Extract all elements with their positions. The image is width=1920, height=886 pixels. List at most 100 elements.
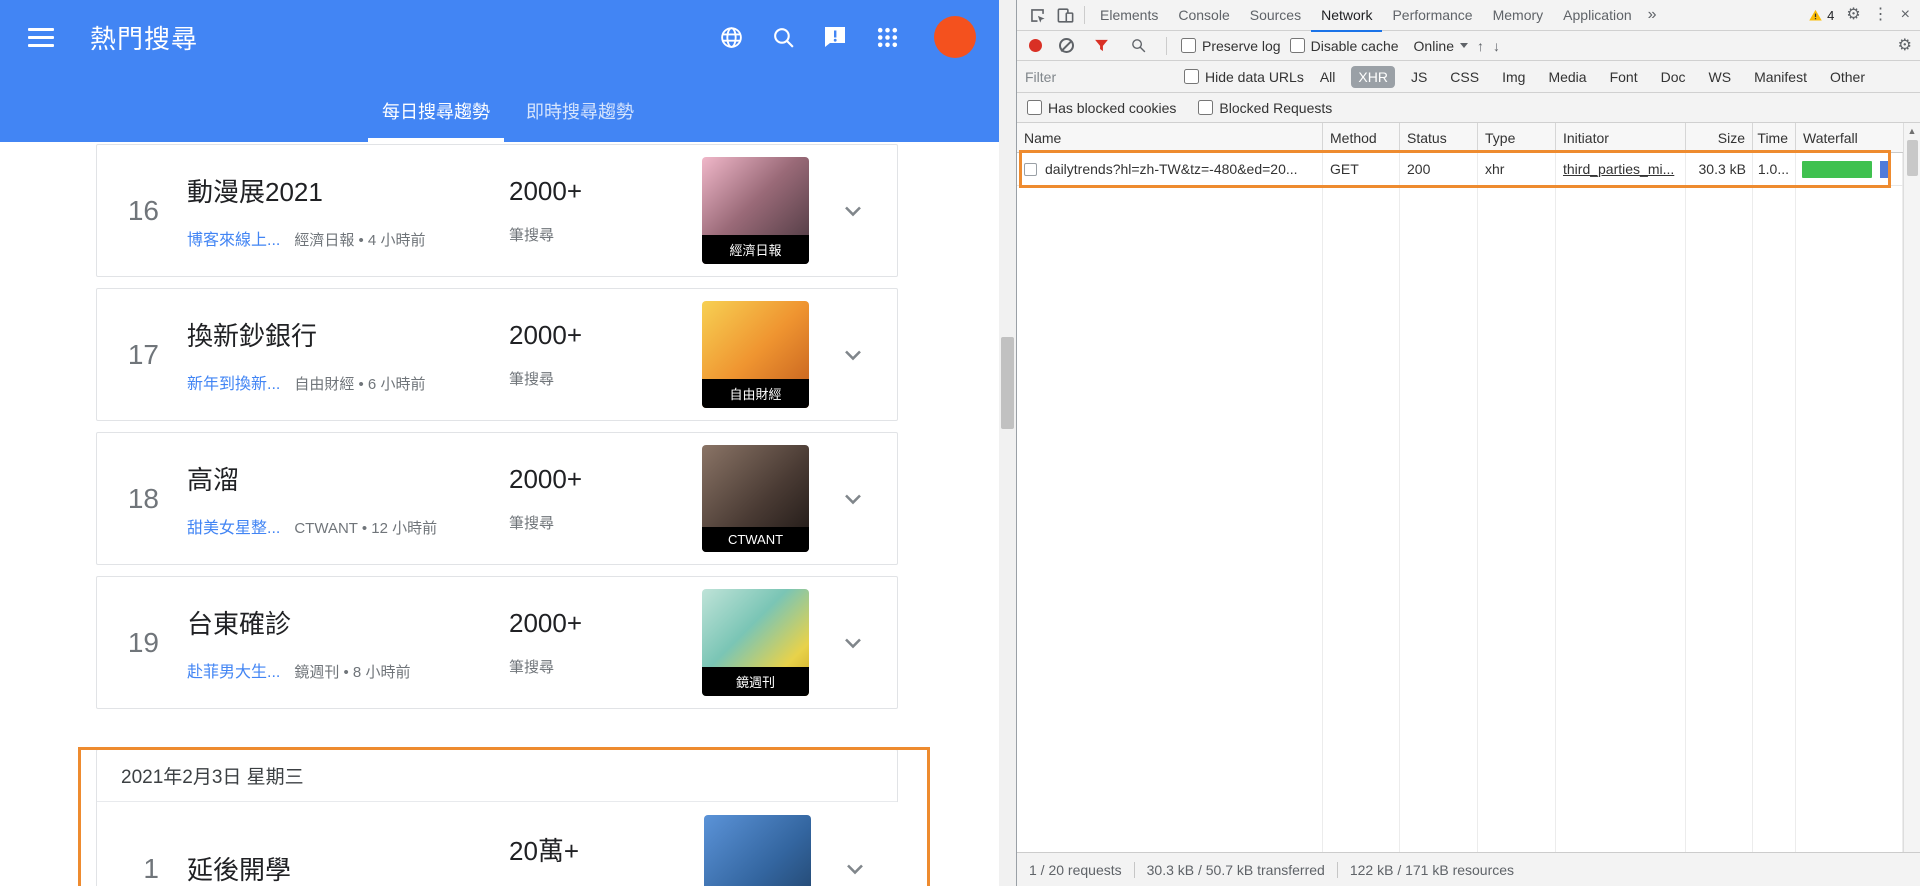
filter-type-doc[interactable]: Doc xyxy=(1654,66,1693,88)
expand-chevron-icon[interactable] xyxy=(809,629,897,657)
search-icon[interactable] xyxy=(770,24,796,50)
column-header-method[interactable]: Method xyxy=(1323,123,1400,152)
tab-console[interactable]: Console xyxy=(1168,0,1239,31)
filter-type-all[interactable]: All xyxy=(1313,66,1343,88)
column-header-waterfall[interactable]: Waterfall xyxy=(1796,123,1920,152)
related-article-link[interactable]: 博客來線上... xyxy=(187,226,280,250)
trend-thumbnail[interactable]: 自由財經 xyxy=(702,301,809,408)
tab-memory[interactable]: Memory xyxy=(1483,0,1554,31)
column-header-name[interactable]: Name xyxy=(1017,123,1323,152)
tab-realtime-trends[interactable]: 即時搜尋趨勢 xyxy=(508,98,652,142)
avatar[interactable] xyxy=(934,16,976,58)
expand-chevron-icon[interactable] xyxy=(811,855,899,883)
table-body: dailytrends?hl=zh-TW&tz=-480&ed=20... GE… xyxy=(1017,153,1903,852)
tab-network[interactable]: Network xyxy=(1311,0,1383,32)
search-requests-icon[interactable] xyxy=(1124,33,1152,59)
trend-count-block: 2000+ 筆搜尋 xyxy=(509,176,659,245)
has-blocked-cookies-label: Has blocked cookies xyxy=(1048,99,1177,116)
filter-input[interactable] xyxy=(1025,68,1175,85)
scroll-up-icon[interactable]: ▲ xyxy=(1908,127,1917,136)
feedback-icon[interactable] xyxy=(822,24,848,50)
expand-chevron-icon[interactable] xyxy=(809,341,897,369)
has-blocked-cookies-checkbox[interactable]: Has blocked cookies xyxy=(1027,100,1176,116)
column-header-time[interactable]: Time xyxy=(1753,123,1796,152)
tab-elements[interactable]: Elements xyxy=(1090,0,1168,31)
hide-data-urls-checkbox-input[interactable] xyxy=(1184,69,1199,84)
expand-chevron-icon[interactable] xyxy=(809,197,897,225)
filter-type-css[interactable]: CSS xyxy=(1443,66,1486,88)
filter-type-other[interactable]: Other xyxy=(1823,66,1872,88)
page-title: 熱門搜尋 xyxy=(90,23,199,54)
request-initiator-link[interactable]: third_parties_mi... xyxy=(1563,161,1674,177)
throttling-select[interactable]: Online xyxy=(1414,38,1468,54)
related-article-link[interactable]: 新年到換新... xyxy=(187,370,280,394)
network-request-row[interactable]: dailytrends?hl=zh-TW&tz=-480&ed=20... GE… xyxy=(1017,153,1903,186)
record-button[interactable] xyxy=(1029,39,1042,52)
waterfall-ttfb-bar xyxy=(1802,160,1872,178)
filter-type-ws[interactable]: WS xyxy=(1702,66,1739,88)
trend-title: 高溜 xyxy=(187,464,240,495)
menu-icon[interactable] xyxy=(28,27,54,47)
expand-chevron-icon[interactable] xyxy=(809,485,897,513)
column-header-size[interactable]: Size xyxy=(1686,123,1753,152)
filter-type-media[interactable]: Media xyxy=(1541,66,1593,88)
blocked-requests-checkbox[interactable]: Blocked Requests xyxy=(1198,100,1332,116)
hide-data-urls-checkbox[interactable]: Hide data URLs xyxy=(1184,69,1304,85)
disable-cache-checkbox[interactable]: Disable cache xyxy=(1289,38,1399,54)
thumbnail-source-label: 自由財經 xyxy=(702,379,809,408)
import-har-icon[interactable]: ↑ xyxy=(1477,39,1484,53)
disable-cache-checkbox-input[interactable] xyxy=(1289,38,1305,53)
page-scrollbar-thumb[interactable] xyxy=(1001,337,1014,429)
language-globe-icon[interactable] xyxy=(718,24,744,50)
trend-rank: 18 xyxy=(127,482,159,514)
throttling-value: Online xyxy=(1413,37,1454,54)
blocked-requests-checkbox-input[interactable] xyxy=(1198,100,1214,115)
blocked-requests-label: Blocked Requests xyxy=(1219,99,1333,116)
has-blocked-cookies-checkbox-input[interactable] xyxy=(1027,100,1042,115)
apps-grid-icon[interactable] xyxy=(874,24,900,50)
filter-toggle-icon[interactable] xyxy=(1087,33,1115,59)
page-scrollbar[interactable] xyxy=(999,0,1016,886)
issues-warning-badge[interactable]: 4 xyxy=(1808,8,1834,23)
trend-thumbnail[interactable]: 經濟日報 xyxy=(702,157,809,264)
filter-type-font[interactable]: Font xyxy=(1603,66,1645,88)
filter-type-xhr[interactable]: XHR xyxy=(1351,65,1395,88)
settings-gear-icon[interactable]: ⚙ xyxy=(1846,7,1860,23)
grid-column-line xyxy=(1017,153,1323,852)
filter-type-manifest[interactable]: Manifest xyxy=(1747,66,1814,88)
preserve-log-checkbox-input[interactable] xyxy=(1181,38,1196,53)
column-header-status[interactable]: Status xyxy=(1400,123,1478,152)
trend-thumbnail[interactable] xyxy=(704,815,811,886)
tab-application[interactable]: Application xyxy=(1553,0,1642,31)
close-devtools-icon[interactable]: × xyxy=(1901,7,1910,23)
trend-card: 18 高溜 甜美女星整... CTWANT • 12 小時前 2000+ 筆搜尋… xyxy=(96,432,898,565)
tab-sources[interactable]: Sources xyxy=(1240,0,1311,31)
trend-count-block: 2000+ 筆搜尋 xyxy=(509,464,659,533)
related-article-link[interactable]: 赴菲男大生... xyxy=(187,658,280,682)
trend-thumbnail[interactable]: CTWANT xyxy=(702,445,809,552)
related-article-link[interactable]: 甜美女星整... xyxy=(187,514,280,538)
trend-count-block: 2000+ 筆搜尋 xyxy=(509,320,659,389)
network-toolbar: Preserve log Disable cache Online ↑ ↓ ⚙ xyxy=(1017,31,1920,61)
network-scrollbar-thumb[interactable] xyxy=(1906,140,1918,176)
trend-subline: 甜美女星整... CTWANT • 12 小時前 xyxy=(187,514,509,538)
inspect-element-icon[interactable] xyxy=(1023,2,1051,28)
trends-list: 16 動漫展2021 博客來線上... 經濟日報 • 4 小時前 2000+ 筆… xyxy=(0,142,1016,886)
export-har-icon[interactable]: ↓ xyxy=(1493,39,1500,53)
filter-type-img[interactable]: Img xyxy=(1495,66,1532,88)
trend-main: 台東確診 赴菲男大生... 鏡週刊 • 8 小時前 xyxy=(187,604,509,682)
tab-daily-trends[interactable]: 每日搜尋趨勢 xyxy=(364,98,508,142)
clear-requests-icon[interactable] xyxy=(1059,38,1074,53)
filter-type-js[interactable]: JS xyxy=(1404,66,1434,88)
network-scrollbar[interactable]: ▲ xyxy=(1903,123,1920,852)
column-header-type[interactable]: Type xyxy=(1478,123,1556,152)
network-settings-gear-icon[interactable]: ⚙ xyxy=(1898,37,1912,54)
column-header-initiator[interactable]: Initiator xyxy=(1556,123,1686,152)
more-tabs-icon[interactable]: » xyxy=(1642,6,1663,24)
device-toolbar-icon[interactable] xyxy=(1051,2,1079,28)
tab-performance[interactable]: Performance xyxy=(1382,0,1482,31)
preserve-log-checkbox[interactable]: Preserve log xyxy=(1181,38,1281,54)
trend-thumbnail[interactable]: 鏡週刊 xyxy=(702,589,809,696)
divider xyxy=(1166,36,1167,55)
devtools-menu-icon[interactable]: ⋮ xyxy=(1873,7,1889,23)
